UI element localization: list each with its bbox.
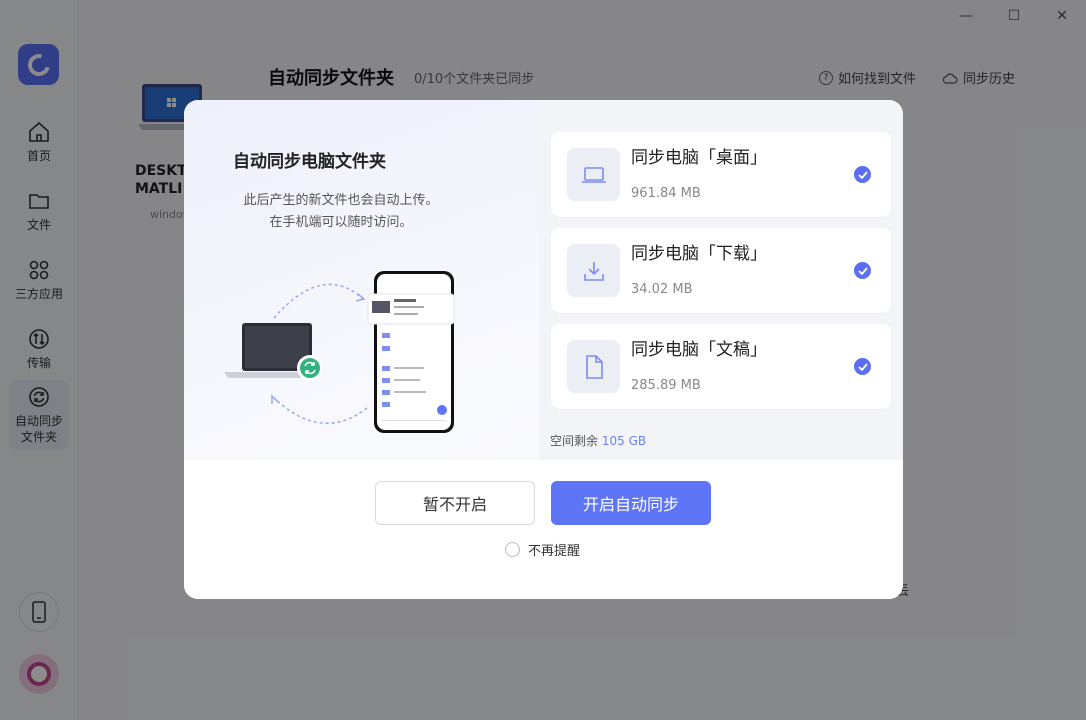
not-now-button[interactable]: 暂不开启	[375, 481, 535, 525]
dialog-description: 此后产生的新文件也会自动上传。 在手机端可以随时访问。	[238, 190, 444, 234]
folder-size: 961.84 MB	[631, 186, 701, 201]
folder-name: 同步电脑「桌面」	[631, 148, 767, 168]
folder-card-documents[interactable]: 同步电脑「文稿」 285.89 MB	[551, 324, 891, 409]
space-remaining: 空间剩余 105 GB	[550, 432, 646, 449]
folder-size: 285.89 MB	[631, 378, 701, 393]
dialog-footer	[184, 460, 903, 599]
dialog-title: 自动同步电脑文件夹	[233, 152, 386, 172]
dialog-desc-line1: 此后产生的新文件也会自动上传。	[243, 193, 439, 208]
card-icon-box	[567, 148, 620, 201]
space-label: 空间剩余	[550, 434, 599, 448]
card-icon-box	[567, 244, 620, 297]
folder-card-desktop[interactable]: 同步电脑「桌面」 961.84 MB	[551, 132, 891, 217]
check-icon[interactable]	[854, 166, 871, 183]
download-icon	[583, 261, 604, 281]
folder-name: 同步电脑「文稿」	[631, 340, 767, 360]
card-icon-box	[567, 340, 620, 393]
folder-cards: 同步电脑「桌面」 961.84 MB 同步电脑「下载」 34.02 MB 同步电…	[551, 132, 891, 420]
folder-card-downloads[interactable]: 同步电脑「下载」 34.02 MB	[551, 228, 891, 313]
document-icon	[585, 354, 603, 379]
folder-name: 同步电脑「下载」	[631, 244, 767, 264]
sync-illustration	[224, 271, 455, 433]
dont-remind-option[interactable]: 不再提醒	[505, 540, 580, 559]
folder-size: 34.02 MB	[631, 282, 693, 297]
check-icon[interactable]	[854, 262, 871, 279]
radio-button[interactable]	[505, 542, 520, 557]
dont-remind-label: 不再提醒	[528, 544, 581, 559]
laptop-icon	[581, 166, 606, 183]
dialog-desc-line2: 在手机端可以随时访问。	[269, 215, 413, 230]
check-icon[interactable]	[854, 358, 871, 375]
space-value: 105 GB	[601, 434, 647, 448]
enable-autosync-button[interactable]: 开启自动同步	[551, 481, 711, 525]
autosync-dialog: 自动同步电脑文件夹 此后产生的新文件也会自动上传。 在手机端可以随时访问。 同步…	[184, 100, 903, 599]
